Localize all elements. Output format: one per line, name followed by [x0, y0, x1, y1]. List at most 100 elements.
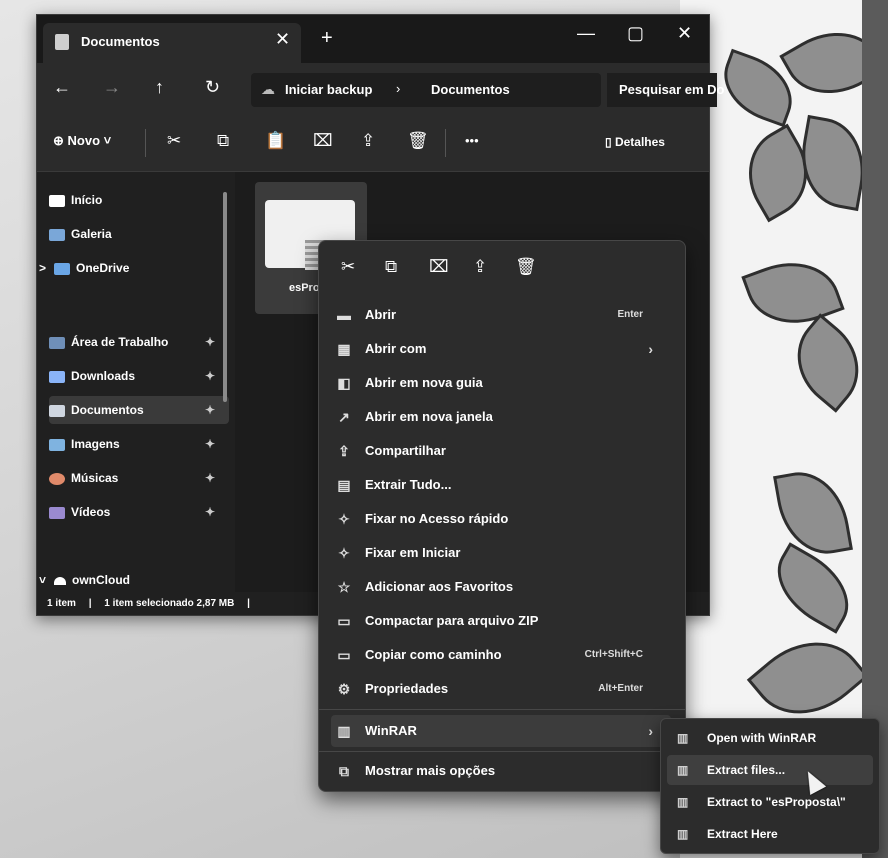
sidebar-item-imagens[interactable]: Imagens ✦	[49, 430, 229, 458]
scrollbar[interactable]	[223, 192, 227, 402]
pin-icon: ✦	[204, 369, 215, 383]
delete-icon[interactable]: 🗑	[407, 131, 429, 151]
properties-icon: ⚙	[337, 681, 351, 697]
sidebar-item-label: Vídeos	[71, 505, 111, 519]
sidebar-item-downloads[interactable]: Downloads ✦	[49, 362, 229, 390]
sidebar-item-label: Início	[71, 193, 103, 207]
collapse-chevron-icon[interactable]: ˅	[39, 573, 46, 587]
breadcrumb-separator-icon: ›	[396, 81, 401, 96]
winrar-icon: ▥	[677, 795, 689, 809]
shortcut-text: Ctrl+Shift+C	[584, 649, 643, 660]
sidebar-item-label: Downloads	[71, 369, 136, 383]
copy-icon[interactable]: ⧉	[385, 257, 397, 277]
menu-item-nova-guia[interactable]: ◧ Abrir em nova guia	[331, 367, 671, 399]
details-button[interactable]: ▯ Detalhes	[605, 135, 665, 149]
close-window-button[interactable]: ✕	[677, 23, 692, 44]
submenu-item-extract-files[interactable]: ▥ Extract files...	[667, 755, 873, 785]
sidebar-item-videos[interactable]: Vídeos ✦	[49, 498, 229, 526]
copy-icon[interactable]: ⧉	[217, 131, 229, 151]
divider	[145, 129, 146, 157]
refresh-icon[interactable]: ↻	[205, 77, 220, 98]
leaf-shape	[793, 114, 873, 212]
menu-item-favoritos[interactable]: ☆ Adicionar aos Favoritos	[331, 571, 671, 603]
sidebar-item-label: Imagens	[71, 437, 120, 451]
expand-chevron-icon[interactable]: >	[39, 261, 46, 275]
tab-close-icon[interactable]: ✕	[275, 29, 290, 50]
forward-arrow-icon[interactable]: →	[103, 77, 121, 98]
search-box[interactable]: Pesquisar em Do	[607, 73, 725, 107]
sidebar-item-owncloud[interactable]: ˅ ownCloud	[39, 566, 219, 594]
sidebar-item-inicio[interactable]: Início	[49, 186, 229, 214]
sidebar-item-galeria[interactable]: Galeria	[49, 220, 229, 248]
item-count: 1 item	[47, 598, 76, 609]
menu-divider	[319, 751, 685, 752]
minimize-button[interactable]: —	[577, 23, 595, 44]
rename-icon[interactable]: ⌧	[313, 131, 333, 151]
rename-icon[interactable]: ⌧	[429, 257, 449, 277]
new-window-icon: ↗	[338, 409, 350, 425]
maximize-button[interactable]: ▢	[627, 23, 644, 44]
submenu-arrow-icon: ›	[648, 723, 653, 739]
open-icon: ▬	[337, 307, 351, 323]
pin-icon: ✦	[204, 403, 215, 417]
breadcrumb-item[interactable]: Documentos	[431, 82, 510, 97]
tab-title: Documentos	[81, 34, 160, 49]
submenu-item-extract-here[interactable]: ▥ Extract Here	[667, 819, 873, 849]
menu-item-abrir-com[interactable]: ▦ Abrir com ›	[331, 333, 671, 365]
menu-item-label: Mostrar mais opções	[365, 763, 496, 778]
menu-item-label: Copiar como caminho	[365, 647, 502, 662]
menu-item-extrair-tudo[interactable]: ▤ Extrair Tudo...	[331, 469, 671, 501]
menu-item-fixar-acesso-rapido[interactable]: ✧ Fixar no Acesso rápido	[331, 503, 671, 535]
menu-item-abrir[interactable]: ▬ Abrir Enter	[331, 299, 671, 331]
menu-item-label: WinRAR	[365, 723, 417, 738]
download-icon	[49, 370, 65, 383]
gallery-icon	[49, 228, 65, 241]
menu-divider	[319, 709, 685, 710]
sidebar-item-label: ownCloud	[72, 573, 130, 587]
sidebar-item-musicas[interactable]: Músicas ✦	[49, 464, 229, 492]
delete-icon[interactable]: 🗑	[515, 257, 537, 277]
tab-documentos[interactable]: Documentos ✕	[43, 23, 301, 63]
submenu-arrow-icon: ›	[648, 341, 653, 357]
menu-item-winrar[interactable]: ▥ WinRAR ›	[331, 715, 671, 747]
new-tab-button[interactable]: +	[321, 27, 333, 50]
cut-icon[interactable]: ✂	[341, 257, 355, 277]
pin-icon: ✦	[204, 505, 215, 519]
new-button[interactable]: ⊕ Novo ˅	[53, 133, 111, 149]
address-bar[interactable]: ☁ Iniciar backup › Documentos	[251, 73, 601, 107]
menu-item-nova-janela[interactable]: ↗ Abrir em nova janela	[331, 401, 671, 433]
share-icon[interactable]: ⇪	[361, 131, 375, 151]
menu-item-label: Compactar para arquivo ZIP	[365, 613, 539, 628]
shortcut-text: Alt+Enter	[598, 683, 643, 694]
submenu-item-open-with-winrar[interactable]: ▥ Open with WinRAR	[667, 723, 873, 753]
menu-item-compartilhar[interactable]: ⇪ Compartilhar	[331, 435, 671, 467]
menu-item-label: Fixar em Iniciar	[365, 545, 461, 560]
share-icon[interactable]: ⇪	[473, 257, 487, 277]
sidebar-item-label: OneDrive	[76, 261, 130, 275]
breadcrumb-item[interactable]: Iniciar backup	[285, 82, 372, 97]
back-arrow-icon[interactable]: ←	[53, 77, 71, 98]
menu-item-mais-opcoes[interactable]: ⧉ Mostrar mais opções	[331, 755, 671, 787]
menu-item-propriedades[interactable]: ⚙ Propriedades Alt+Enter	[331, 673, 671, 705]
menu-item-fixar-iniciar[interactable]: ✧ Fixar em Iniciar	[331, 537, 671, 569]
sidebar-item-label: Músicas	[71, 471, 119, 485]
sidebar-item-desktop[interactable]: Área de Trabalho ✦	[49, 328, 229, 356]
menu-item-compactar-zip[interactable]: ▭ Compactar para arquivo ZIP	[331, 605, 671, 637]
pin-icon: ✦	[204, 335, 215, 349]
more-options-icon[interactable]: •••	[465, 133, 479, 148]
menu-item-label: Propriedades	[365, 681, 449, 696]
submenu-item-extract-to-folder[interactable]: ▥ Extract to "esProposta\"	[667, 787, 873, 817]
sidebar-item-documentos[interactable]: Documentos ✦	[49, 396, 229, 424]
paste-icon[interactable]: 📋	[265, 131, 286, 151]
menu-item-copiar-caminho[interactable]: ▭ Copiar como caminho Ctrl+Shift+C	[331, 639, 671, 671]
winrar-icon: ▥	[677, 827, 689, 841]
sidebar-item-onedrive[interactable]: > OneDrive	[39, 254, 219, 282]
selection-info: 1 item selecionado 2,87 MB	[104, 598, 235, 609]
video-icon	[49, 506, 65, 519]
cut-icon[interactable]: ✂	[167, 131, 181, 151]
menu-item-label: Abrir em nova janela	[365, 409, 493, 424]
up-arrow-icon[interactable]: ↑	[155, 77, 164, 98]
copy-path-icon: ▭	[337, 647, 351, 663]
sidebar-item-label: Galeria	[71, 227, 112, 241]
menu-item-label: Adicionar aos Favoritos	[365, 579, 514, 594]
